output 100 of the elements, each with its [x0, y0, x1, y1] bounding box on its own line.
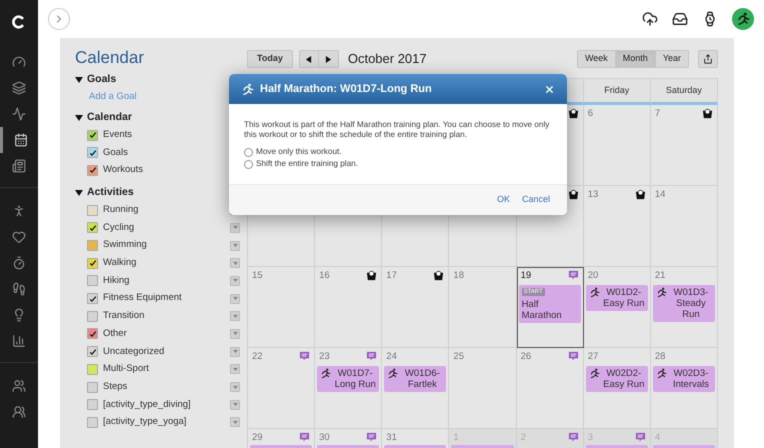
checkbox[interactable]: [87, 293, 98, 304]
person-icon: [12, 204, 26, 218]
day-cell[interactable]: 28 W02D3-Intervals: [650, 348, 718, 429]
dropdown-button[interactable]: [230, 294, 240, 304]
share-button[interactable]: [698, 50, 718, 68]
section-header[interactable]: Calendar: [75, 110, 132, 126]
day-cell[interactable]: 20 W01D2-Easy Run: [584, 267, 651, 348]
checkbox[interactable]: [87, 130, 98, 141]
checkmark-icon: [88, 166, 96, 174]
day-cell[interactable]: 25: [449, 348, 517, 429]
pulse-line-icon: [12, 107, 26, 121]
checkmark-icon: [88, 348, 96, 356]
dropdown-button[interactable]: [230, 364, 240, 374]
runner-icon: [320, 368, 332, 379]
day-cell[interactable]: 17: [382, 267, 450, 348]
dropdown-button[interactable]: [230, 311, 240, 322]
view-tab[interactable]: Week: [578, 51, 615, 67]
dropdown-button[interactable]: [230, 382, 240, 392]
option-label: Move only this workout.: [256, 146, 342, 158]
footprints-icon: [12, 282, 26, 296]
checkbox[interactable]: [87, 382, 98, 393]
checkbox[interactable]: [87, 204, 98, 216]
checkbox[interactable]: [87, 364, 98, 375]
dropdown-button[interactable]: [230, 346, 240, 357]
page-title: Calendar: [75, 48, 145, 68]
filter-label: Other: [103, 326, 128, 341]
day-cell[interactable]: 30: [315, 429, 382, 448]
day-cell[interactable]: 23 W01D7-Long Run: [315, 348, 382, 429]
filter-label: Fitness Equipment: [103, 291, 183, 306]
checkbox[interactable]: [87, 275, 98, 286]
upload-icon[interactable]: [642, 11, 658, 27]
dropdown-button[interactable]: [230, 400, 240, 410]
day-cell[interactable]: 6: [584, 105, 651, 186]
radio-button[interactable]: [244, 160, 253, 168]
checkbox[interactable]: [87, 346, 98, 358]
day-cell[interactable]: 29: [248, 429, 316, 448]
scale-icon: [702, 108, 713, 119]
workout-event[interactable]: W01D6-Fartlek: [384, 366, 446, 392]
filter-label: Events: [103, 128, 134, 142]
day-cell[interactable]: 24 W01D6-Fartlek: [382, 348, 450, 429]
checkbox[interactable]: [87, 310, 98, 322]
day-number: 20: [588, 270, 598, 281]
day-cell[interactable]: 26: [516, 348, 584, 429]
lightbulb-icon: [12, 308, 26, 322]
workout-event[interactable]: W01D7-Long Run: [317, 366, 380, 392]
dropdown-button[interactable]: [230, 276, 240, 286]
checkbox[interactable]: [87, 147, 98, 158]
day-cell[interactable]: 13: [584, 186, 651, 267]
checkbox[interactable]: [87, 416, 98, 428]
checkbox[interactable]: [87, 399, 98, 410]
day-cell[interactable]: 18: [449, 267, 517, 348]
day-cell[interactable]: 27 W02D2-Easy Run: [584, 348, 651, 429]
day-number: 6: [588, 108, 593, 119]
month-label: October 2017: [348, 50, 427, 68]
today-button[interactable]: Today: [247, 50, 293, 68]
day-cell[interactable]: 14: [650, 186, 718, 267]
radio-button[interactable]: [244, 148, 253, 156]
checkmark-icon: [88, 224, 96, 232]
workout-event[interactable]: W01D3-Steady Run: [652, 285, 715, 322]
section-title: Activities: [87, 185, 134, 200]
day-cell[interactable]: 16: [315, 267, 382, 348]
avatar[interactable]: [732, 8, 754, 30]
comment-icon: [568, 432, 579, 443]
section-header[interactable]: Goals: [75, 72, 116, 88]
dropdown-button[interactable]: [230, 258, 240, 268]
dropdown-button[interactable]: [230, 240, 240, 251]
filter-label: [activity_type_yoga]: [103, 415, 188, 430]
close-icon: [544, 84, 554, 94]
comment-icon: [568, 270, 579, 281]
option-label: Shift the entire training plan.: [256, 158, 358, 170]
dialog-link-button[interactable]: OK: [496, 193, 510, 207]
day-cell[interactable]: 21 W01D3-Steady Run: [650, 267, 718, 348]
day-cell[interactable]: 31: [382, 429, 450, 448]
checkbox[interactable]: [87, 240, 98, 252]
day-cell[interactable]: 7: [650, 105, 718, 186]
expand-button[interactable]: [48, 8, 70, 30]
workout-event[interactable]: W02D3-Intervals: [652, 366, 715, 392]
dialog-link-button[interactable]: Cancel: [522, 193, 550, 207]
dropdown-button[interactable]: [230, 328, 240, 339]
view-tab[interactable]: Month: [614, 51, 655, 67]
day-cell[interactable]: 22: [248, 348, 316, 429]
dropdown-button[interactable]: [230, 417, 240, 428]
section-header[interactable]: Activities: [75, 185, 134, 202]
triangle-down-icon: [75, 114, 83, 122]
day-cell[interactable]: 15: [248, 267, 316, 348]
checkbox[interactable]: [87, 164, 98, 176]
checkmark-icon: [88, 330, 96, 338]
close-button[interactable]: [543, 83, 555, 95]
checkbox[interactable]: [87, 328, 98, 340]
group-icon: [12, 405, 26, 419]
checkbox[interactable]: [87, 258, 98, 269]
inbox-icon[interactable]: [672, 11, 688, 27]
filter-label: Uncategorized: [103, 344, 166, 359]
workout-event[interactable]: W01D2-Easy Run: [586, 285, 648, 311]
triangle-right-icon: [324, 56, 332, 62]
dropdown-button[interactable]: [230, 222, 240, 233]
checkbox[interactable]: [87, 222, 98, 234]
checkmark-icon: [88, 294, 96, 303]
workout-event[interactable]: W02D2-Easy Run: [586, 366, 648, 392]
view-tab[interactable]: Year: [654, 51, 688, 67]
